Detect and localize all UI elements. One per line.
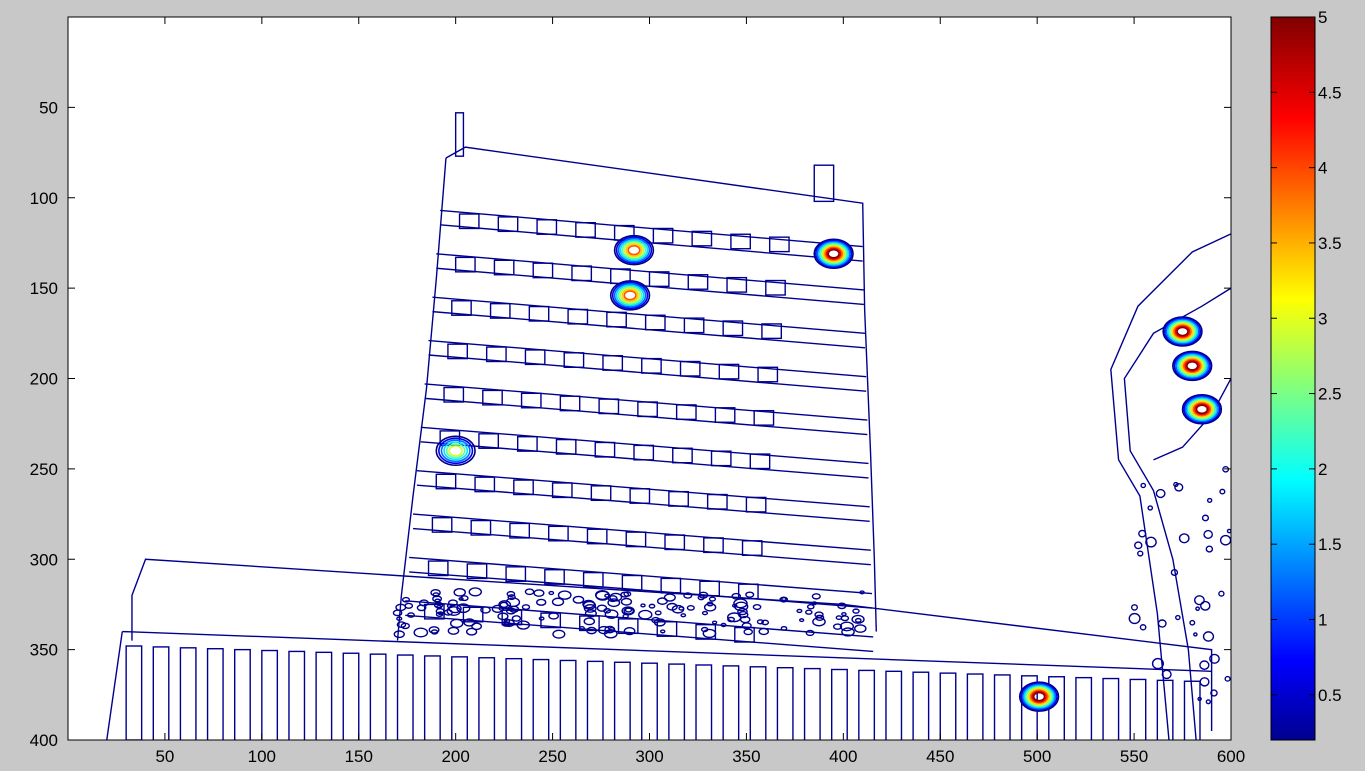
colorbar-tick-label: 2 bbox=[1318, 460, 1327, 479]
colorbar-tick-label: 0.5 bbox=[1318, 686, 1342, 705]
y-tick-label: 400 bbox=[30, 731, 58, 750]
x-tick-label: 300 bbox=[635, 747, 663, 766]
y-tick-label: 50 bbox=[39, 98, 58, 117]
colorbar-tick-label: 2.5 bbox=[1318, 385, 1342, 404]
y-tick-label: 300 bbox=[30, 550, 58, 569]
x-tick-label: 450 bbox=[926, 747, 954, 766]
colorbar-tick-label: 5 bbox=[1318, 8, 1327, 27]
x-tick-label: 150 bbox=[345, 747, 373, 766]
colorbar-tick-label: 3 bbox=[1318, 309, 1327, 328]
x-tick-label: 550 bbox=[1120, 747, 1148, 766]
colorbar-tick-label: 4 bbox=[1318, 159, 1327, 178]
colorbar bbox=[1270, 16, 1316, 741]
x-tick-label: 250 bbox=[538, 747, 566, 766]
x-tick-label: 400 bbox=[829, 747, 857, 766]
x-tick-label: 600 bbox=[1217, 747, 1245, 766]
y-tick-label: 200 bbox=[30, 370, 58, 389]
colorbar-tick-label: 1 bbox=[1318, 611, 1327, 630]
y-tick-label: 250 bbox=[30, 460, 58, 479]
x-tick-label: 200 bbox=[441, 747, 469, 766]
x-tick-label: 50 bbox=[155, 747, 174, 766]
contour-figure: 50 100 150 200 250 300 350 400 450 500 550 600 5010… bbox=[30, 8, 1342, 766]
x-tick-label: 500 bbox=[1023, 747, 1051, 766]
y-tick-label: 150 bbox=[30, 279, 58, 298]
colorbar-tick-label: 1.5 bbox=[1318, 535, 1342, 554]
colorbar-tick-label: 4.5 bbox=[1318, 83, 1342, 102]
plot-area bbox=[68, 17, 1231, 740]
x-tick-label: 350 bbox=[732, 747, 760, 766]
x-tick-label: 100 bbox=[248, 747, 276, 766]
y-tick-label: 100 bbox=[30, 189, 58, 208]
y-tick-label: 350 bbox=[30, 641, 58, 660]
colorbar-tick-label: 3.5 bbox=[1318, 234, 1342, 253]
